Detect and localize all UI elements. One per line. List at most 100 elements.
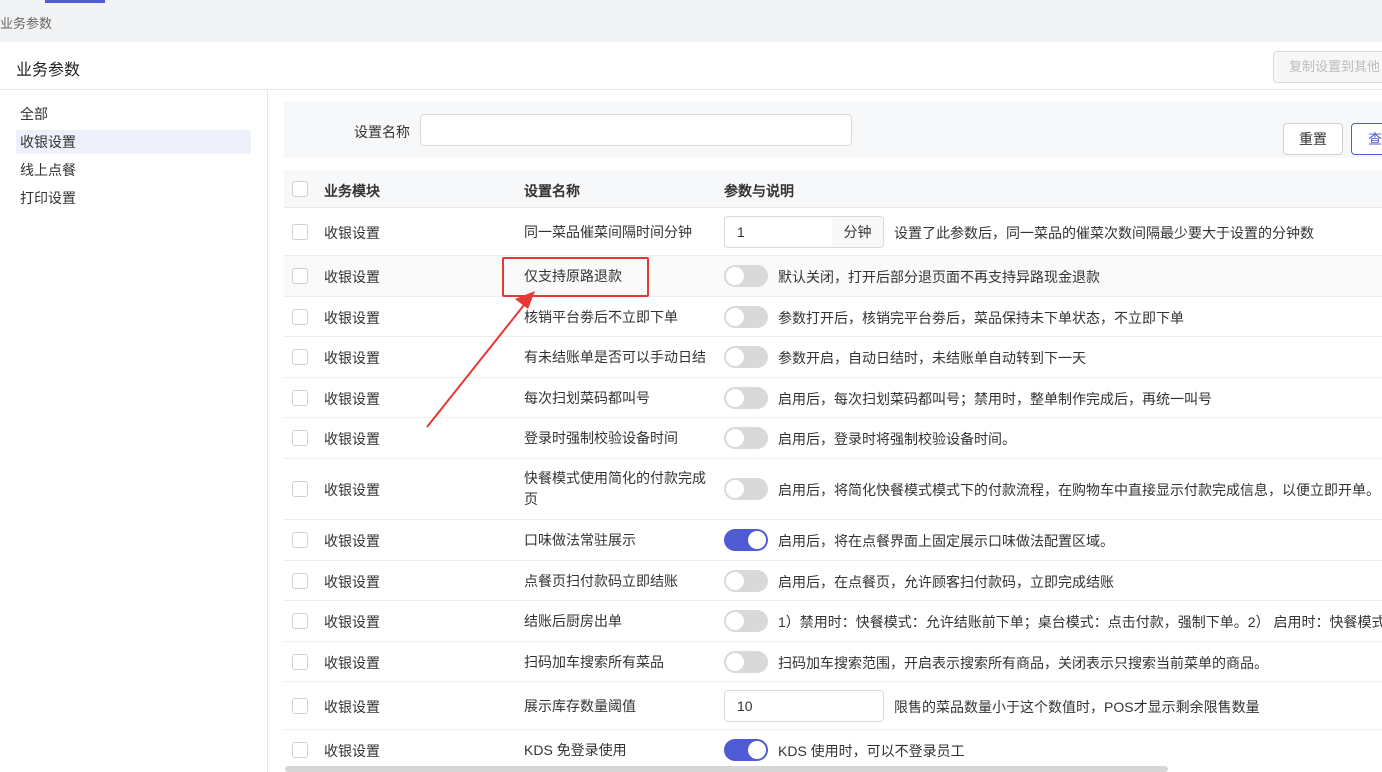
row-module: 收银设置 <box>324 310 380 326</box>
row-checkbox[interactable] <box>292 349 308 365</box>
table-row: 收银设置 展示库存数量阈值 10 限售的菜品数量小于这个数值时，POS才显示剩余… <box>284 682 1382 730</box>
setting-name-input[interactable] <box>420 114 852 146</box>
highlight-box <box>502 257 649 297</box>
toggle-switch[interactable] <box>724 306 768 328</box>
row-description: 启用后，每次扫划菜码都叫号；禁用时，整单制作完成后，再统一叫号 <box>778 391 1212 407</box>
row-description: 参数开启，自动日结时，未结账单自动转到下一天 <box>778 350 1086 366</box>
toggle-switch[interactable] <box>724 739 768 761</box>
query-button[interactable]: 查 <box>1351 123 1382 155</box>
row-setting-name: 点餐页扫付款码立即结账 <box>524 573 678 589</box>
toggle-switch[interactable] <box>724 529 768 551</box>
row-setting-name: KDS 免登录使用 <box>524 742 627 758</box>
row-setting-name: 同一菜品催菜间隔时间分钟 <box>524 224 692 240</box>
row-description: 启用后，将简化快餐模式模式下的付款流程，在购物车中直接显示付款完成信息，以便立即… <box>778 482 1380 498</box>
row-checkbox[interactable] <box>292 390 308 406</box>
row-setting-name: 快餐模式使用简化的付款完成页 <box>524 470 706 507</box>
row-description: 扫码加车搜索范围，开启表示搜索所有商品，关闭表示只搜索当前菜单的商品。 <box>778 655 1268 671</box>
table-row: 收银设置 每次扫划菜码都叫号 启用后，每次扫划菜码都叫号；禁用时，整单制作完成后… <box>284 378 1382 418</box>
tab-business-params[interactable]: 业务参数 <box>0 13 52 32</box>
active-tab-indicator <box>45 0 105 3</box>
table-row: 收银设置 KDS 免登录使用 KDS 使用时，可以不登录员工 <box>284 730 1382 770</box>
tab-bar: 业务参数 <box>0 0 1382 42</box>
settings-table: 业务模块 设置名称 参数与说明 收银设置 同一菜品催菜间隔时间分钟 1 分钟 设… <box>284 170 1382 770</box>
header-name: 设置名称 <box>524 183 580 199</box>
toggle-switch[interactable] <box>724 265 768 287</box>
row-checkbox[interactable] <box>292 224 308 240</box>
row-module: 收银设置 <box>324 391 380 407</box>
sidebar-item-cashier[interactable]: 收银设置 <box>16 130 251 154</box>
row-module: 收银设置 <box>324 225 380 241</box>
select-all-checkbox[interactable] <box>292 181 308 197</box>
toggle-switch[interactable] <box>724 651 768 673</box>
row-checkbox[interactable] <box>292 309 308 325</box>
table-row: 收银设置 登录时强制校验设备时间 启用后，登录时将强制校验设备时间。 <box>284 418 1382 459</box>
table-row: 收银设置 结账后厨房出单 1）禁用时：快餐模式：允许结账前下单；桌台模式：点击付… <box>284 601 1382 642</box>
main-content: 设置名称 重置 查 业务模块 设置名称 参数与说明 收银设置 同一菜品催菜间隔时… <box>268 90 1382 772</box>
copy-settings-button[interactable]: 复制设置到其他 <box>1273 51 1382 83</box>
row-setting-name: 扫码加车搜索所有菜品 <box>524 654 664 670</box>
table-row: 收银设置 有未结账单是否可以手动日结 参数开启，自动日结时，未结账单自动转到下一… <box>284 337 1382 378</box>
sidebar-item-print[interactable]: 打印设置 <box>16 186 251 210</box>
sidebar-item-all[interactable]: 全部 <box>16 102 251 126</box>
filter-bar: 设置名称 <box>284 102 1382 158</box>
toggle-switch[interactable] <box>724 478 768 500</box>
table-row: 收银设置 快餐模式使用简化的付款完成页 启用后，将简化快餐模式模式下的付款流程，… <box>284 459 1382 520</box>
toggle-switch[interactable] <box>724 346 768 368</box>
table-row: 收银设置 扫码加车搜索所有菜品 扫码加车搜索范围，开启表示搜索所有商品，关闭表示… <box>284 642 1382 682</box>
page-header: 业务参数 复制设置到其他 <box>0 42 1382 90</box>
table-header: 业务模块 设置名称 参数与说明 <box>284 170 1382 208</box>
row-module: 收银设置 <box>324 431 380 447</box>
toggle-switch[interactable] <box>724 427 768 449</box>
interval-minutes-input[interactable]: 1 <box>724 216 833 248</box>
row-description: 启用后，将在点餐界面上固定展示口味做法配置区域。 <box>778 533 1114 549</box>
row-module: 收银设置 <box>324 533 380 549</box>
row-description: KDS 使用时，可以不登录员工 <box>778 743 965 759</box>
table-row: 收银设置 核销平台劵后不立即下单 参数打开后，核销完平台劵后，菜品保持未下单状态… <box>284 297 1382 337</box>
row-checkbox[interactable] <box>292 268 308 284</box>
row-checkbox[interactable] <box>292 481 308 497</box>
row-module: 收银设置 <box>324 269 380 285</box>
row-setting-name: 结账后厨房出单 <box>524 613 622 629</box>
row-description: 限售的菜品数量小于这个数值时，POS才显示剩余限售数量 <box>894 699 1260 715</box>
page-title: 业务参数 <box>16 62 81 79</box>
row-setting-name: 核销平台劵后不立即下单 <box>524 309 678 325</box>
sidebar: 全部 收银设置 线上点餐 打印设置 <box>0 90 268 772</box>
row-module: 收银设置 <box>324 743 380 759</box>
sidebar-item-online-order[interactable]: 线上点餐 <box>16 158 251 182</box>
row-description: 1）禁用时：快餐模式：允许结账前下单；桌台模式：点击付款，强制下单。2） 启用时… <box>778 614 1382 630</box>
row-checkbox[interactable] <box>292 742 308 758</box>
row-checkbox[interactable] <box>292 430 308 446</box>
minutes-unit: 分钟 <box>832 216 884 248</box>
stock-threshold-input[interactable]: 10 <box>724 690 884 722</box>
reset-button[interactable]: 重置 <box>1283 123 1343 155</box>
header-module: 业务模块 <box>324 183 380 199</box>
horizontal-scrollbar[interactable] <box>285 766 1168 772</box>
row-module: 收银设置 <box>324 699 380 715</box>
row-checkbox[interactable] <box>292 532 308 548</box>
row-module: 收银设置 <box>324 614 380 630</box>
row-setting-name: 登录时强制校验设备时间 <box>524 430 678 446</box>
toggle-switch[interactable] <box>724 570 768 592</box>
row-description: 启用后，在点餐页，允许顾客扫付款码，立即完成结账 <box>778 574 1114 590</box>
row-module: 收银设置 <box>324 482 380 498</box>
row-description: 参数打开后，核销完平台劵后，菜品保持未下单状态，不立即下单 <box>778 310 1184 326</box>
row-checkbox[interactable] <box>292 573 308 589</box>
row-description: 设置了此参数后，同一菜品的催菜次数间隔最少要大于设置的分钟数 <box>894 225 1314 241</box>
row-setting-name: 有未结账单是否可以手动日结 <box>524 349 706 365</box>
row-module: 收银设置 <box>324 574 380 590</box>
row-description: 默认关闭，打开后部分退页面不再支持异路现金退款 <box>778 269 1100 285</box>
row-checkbox[interactable] <box>292 654 308 670</box>
header-param: 参数与说明 <box>724 183 794 199</box>
row-checkbox[interactable] <box>292 613 308 629</box>
toggle-switch[interactable] <box>724 387 768 409</box>
setting-name-label: 设置名称 <box>354 124 410 140</box>
table-row: 收银设置 点餐页扫付款码立即结账 启用后，在点餐页，允许顾客扫付款码，立即完成结… <box>284 561 1382 601</box>
row-checkbox[interactable] <box>292 698 308 714</box>
row-description: 启用后，登录时将强制校验设备时间。 <box>778 431 1016 447</box>
row-setting-name: 每次扫划菜码都叫号 <box>524 390 650 406</box>
row-setting-name: 口味做法常驻展示 <box>524 532 636 548</box>
row-module: 收银设置 <box>324 655 380 671</box>
toggle-switch[interactable] <box>724 610 768 632</box>
table-row: 收银设置 同一菜品催菜间隔时间分钟 1 分钟 设置了此参数后，同一菜品的催菜次数… <box>284 208 1382 256</box>
table-row: 收银设置 口味做法常驻展示 启用后，将在点餐界面上固定展示口味做法配置区域。 <box>284 520 1382 561</box>
